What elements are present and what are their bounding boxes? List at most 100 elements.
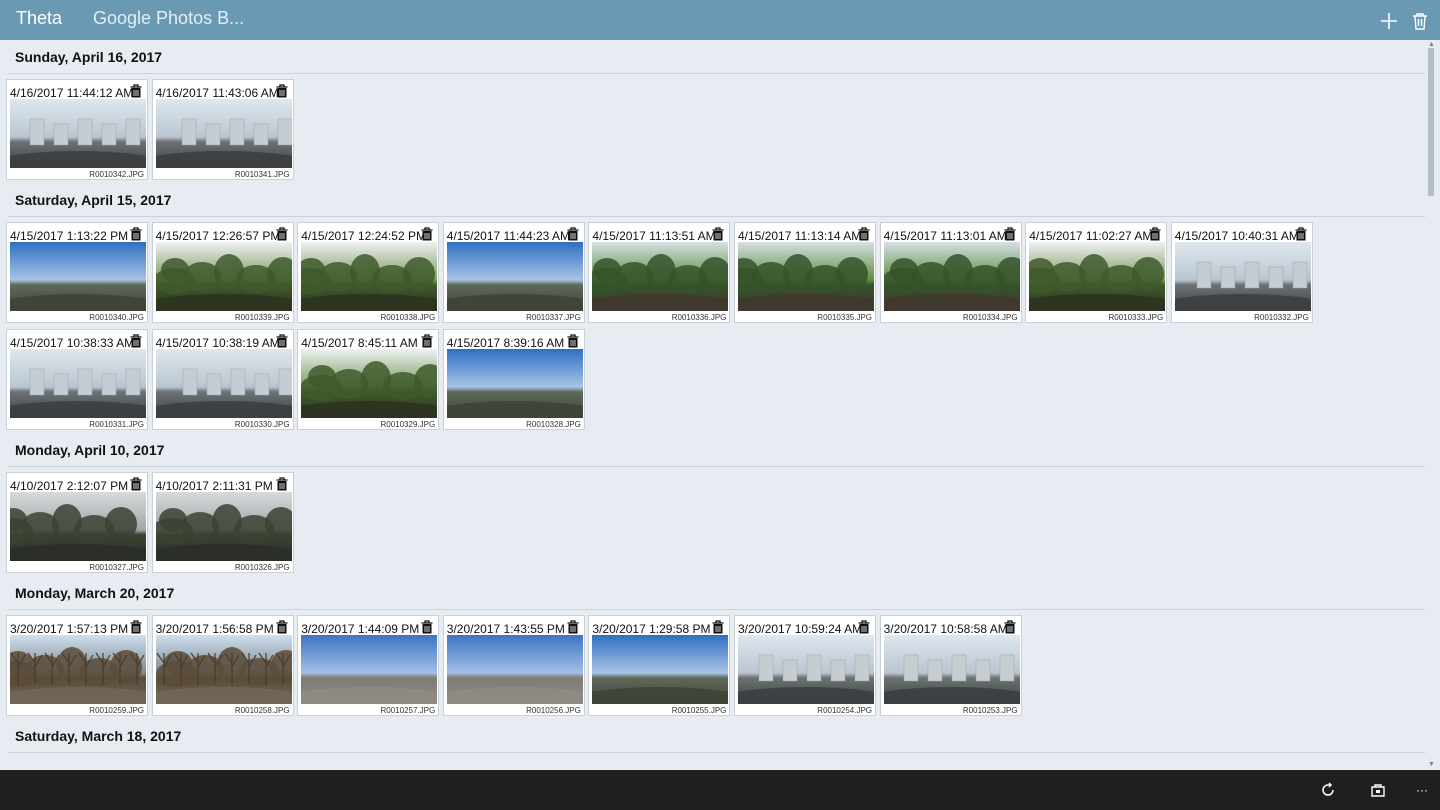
photo-card[interactable]: 4/15/2017 11:44:23 AM R0010337.JPG	[442, 222, 585, 323]
photo-timestamp: 3/20/2017 10:59:24 AM	[738, 622, 863, 636]
photo-card[interactable]: 4/15/2017 1:13:22 PM R0010340.JPG	[6, 222, 148, 323]
delete-photo-button[interactable]	[276, 334, 288, 348]
photo-timestamp: 3/20/2017 1:56:58 PM	[155, 622, 274, 636]
delete-photo-button[interactable]	[276, 477, 288, 491]
photo-thumbnail[interactable]	[738, 242, 874, 311]
photo-card[interactable]: 4/15/2017 8:39:16 AM R0010328.JPG	[442, 329, 585, 430]
tab-google-photos[interactable]: Google Photos B...	[93, 8, 244, 29]
photo-timestamp: 4/10/2017 2:11:31 PM	[155, 479, 273, 493]
photo-thumbnail[interactable]	[446, 242, 583, 311]
delete-photo-button[interactable]	[130, 84, 142, 98]
photo-timestamp: 4/15/2017 12:24:52 PM	[301, 229, 426, 243]
photo-thumbnail[interactable]	[738, 635, 874, 704]
delete-photo-button[interactable]	[1004, 620, 1016, 634]
photo-card[interactable]: 3/20/2017 10:58:58 AM R0010253.JPG	[879, 615, 1022, 716]
photo-card[interactable]: 4/15/2017 11:13:01 AM R0010334.JPG	[879, 222, 1022, 323]
delete-photo-button[interactable]	[421, 334, 433, 348]
photo-thumbnail[interactable]	[155, 492, 292, 561]
photo-thumbnail[interactable]	[592, 242, 729, 311]
delete-photo-button[interactable]	[1004, 227, 1016, 241]
photo-thumbnail[interactable]	[301, 635, 438, 704]
more-icon: ···	[1416, 783, 1428, 797]
delete-photo-button[interactable]	[421, 227, 433, 241]
delete-photo-button[interactable]	[858, 620, 870, 634]
delete-photo-button[interactable]	[567, 227, 579, 241]
photo-thumbnail[interactable]	[10, 492, 146, 561]
photo-thumbnail[interactable]	[883, 242, 1020, 311]
photo-filename: R0010256.JPG	[526, 706, 581, 715]
section-divider	[8, 609, 1425, 610]
delete-photo-button[interactable]	[712, 227, 724, 241]
delete-photo-button[interactable]	[276, 227, 288, 241]
refresh-button[interactable]	[1319, 781, 1337, 799]
photo-card[interactable]: 4/15/2017 10:38:19 AM R0010330.JPG	[151, 329, 294, 430]
photo-thumbnail[interactable]	[155, 242, 292, 311]
photo-thumbnail[interactable]	[883, 635, 1020, 704]
delete-photo-button[interactable]	[1149, 227, 1161, 241]
delete-all-button[interactable]	[1409, 10, 1431, 32]
photo-thumbnail[interactable]	[10, 99, 146, 168]
photo-filename: R0010259.JPG	[89, 706, 144, 715]
photo-card[interactable]: 4/15/2017 10:40:31 AM R0010332.JPG	[1170, 222, 1313, 323]
photo-filename: R0010254.JPG	[817, 706, 872, 715]
delete-photo-button[interactable]	[276, 620, 288, 634]
photo-thumbnail[interactable]	[155, 349, 292, 418]
delete-photo-button[interactable]	[567, 620, 579, 634]
photo-card[interactable]: 4/15/2017 12:26:57 PM R0010339.JPG	[151, 222, 294, 323]
delete-photo-button[interactable]	[567, 334, 579, 348]
photo-card[interactable]: 4/16/2017 11:43:06 AM R0010341.JPG	[151, 79, 294, 180]
photo-thumbnail[interactable]	[10, 349, 146, 418]
delete-photo-button[interactable]	[421, 620, 433, 634]
photo-card[interactable]: 4/15/2017 8:45:11 AM R0010329.JPG	[297, 329, 440, 430]
photo-card[interactable]: 3/20/2017 1:57:13 PM R0010259.JPG	[6, 615, 148, 716]
photo-list[interactable]: Sunday, April 16, 2017 4/16/2017 11:44:12…	[5, 40, 1425, 770]
photo-thumbnail[interactable]	[446, 635, 583, 704]
photo-thumbnail[interactable]	[10, 635, 146, 704]
section-divider	[8, 466, 1425, 467]
photo-card[interactable]: 4/15/2017 11:02:27 AM R0010333.JPG	[1025, 222, 1168, 323]
delete-photo-button[interactable]	[858, 227, 870, 241]
add-button[interactable]	[1378, 10, 1400, 32]
photo-thumbnail[interactable]	[301, 242, 438, 311]
delete-photo-button[interactable]	[130, 620, 142, 634]
photo-filename: R0010253.JPG	[962, 706, 1018, 715]
photo-card[interactable]: 4/15/2017 12:24:52 PM R0010338.JPG	[297, 222, 440, 323]
photo-card[interactable]: 4/16/2017 11:44:12 AM R0010342.JPG	[6, 79, 148, 180]
section-heading: Saturday, March 18, 2017	[15, 728, 182, 744]
tab-theta[interactable]: Theta	[16, 8, 62, 29]
delete-photo-button[interactable]	[712, 620, 724, 634]
photo-thumbnail[interactable]	[446, 349, 583, 418]
photo-card[interactable]: 4/15/2017 10:38:33 AM R0010331.JPG	[6, 329, 148, 430]
photo-card[interactable]: 3/20/2017 1:29:58 PM R0010255.JPG	[588, 615, 731, 716]
photo-thumbnail[interactable]	[592, 635, 729, 704]
photo-card[interactable]: 4/15/2017 11:13:14 AM R0010335.JPG	[734, 222, 876, 323]
photo-timestamp: 3/20/2017 10:58:58 AM	[883, 622, 1008, 636]
delete-photo-button[interactable]	[130, 334, 142, 348]
more-button[interactable]: ···	[1413, 781, 1431, 799]
photo-card[interactable]: 4/15/2017 11:13:51 AM R0010336.JPG	[588, 222, 731, 323]
photo-thumbnail[interactable]	[301, 349, 438, 418]
scroll-down-arrow[interactable]: ▼	[1427, 761, 1436, 769]
photo-card[interactable]: 3/20/2017 10:59:24 AM R0010254.JPG	[734, 615, 876, 716]
delete-photo-button[interactable]	[130, 477, 142, 491]
photo-thumbnail[interactable]	[1029, 242, 1166, 311]
photo-timestamp: 4/15/2017 11:13:01 AM	[883, 229, 1007, 243]
photo-card[interactable]: 3/20/2017 1:56:58 PM R0010258.JPG	[151, 615, 294, 716]
photo-thumbnail[interactable]	[155, 99, 292, 168]
delete-photo-button[interactable]	[276, 84, 288, 98]
store-icon	[1371, 784, 1385, 797]
photo-thumbnail[interactable]	[1174, 242, 1311, 311]
store-button[interactable]	[1369, 781, 1387, 799]
delete-photo-button[interactable]	[1295, 227, 1307, 241]
photo-card[interactable]: 3/20/2017 1:44:09 PM R0010257.JPG	[297, 615, 440, 716]
section-divider	[8, 752, 1425, 753]
photo-card[interactable]: 4/10/2017 2:11:31 PM R0010326.JPG	[151, 472, 294, 573]
photo-card[interactable]: 3/20/2017 1:43:55 PM R0010256.JPG	[442, 615, 585, 716]
scrollbar-thumb[interactable]	[1428, 48, 1434, 196]
delete-photo-button[interactable]	[130, 227, 142, 241]
photo-card[interactable]: 4/10/2017 2:12:07 PM R0010327.JPG	[6, 472, 148, 573]
photo-thumbnail[interactable]	[10, 242, 146, 311]
photo-filename: R0010327.JPG	[89, 563, 144, 572]
photo-thumbnail[interactable]	[155, 635, 292, 704]
photo-filename: R0010341.JPG	[234, 170, 290, 179]
